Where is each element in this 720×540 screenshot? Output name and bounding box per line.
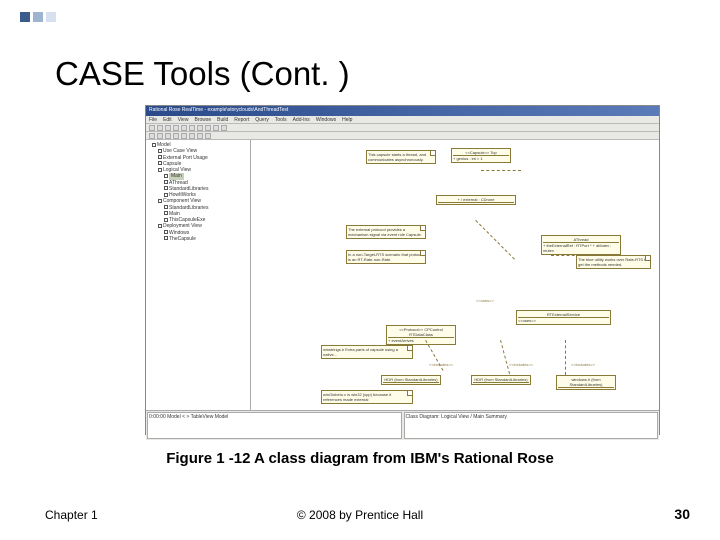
menu-item[interactable]: Edit [163, 117, 172, 122]
uml-connector [481, 170, 521, 171]
uml-class-box[interactable]: <<Capsule>> Top+ genius : int = 1 [451, 148, 511, 163]
menu-item[interactable]: Report [234, 117, 249, 122]
tree-icon [164, 174, 168, 178]
tree-label: Main [169, 211, 180, 217]
tree-item[interactable]: TheCapsule [148, 236, 248, 242]
decorative-squares [20, 12, 56, 22]
tree-icon [164, 186, 168, 190]
uml-class-box[interactable]: windows.h (from StandardLibraries) [556, 375, 616, 390]
tree-label: Deployment View [163, 223, 202, 229]
tree-label: HowItWorks [169, 192, 196, 198]
uml-class-body: + eventArrives [388, 338, 454, 343]
uml-class-box[interactable]: + / external : CDrone [436, 195, 516, 205]
tree-label: AThread [169, 180, 188, 186]
app-menubar: File Edit View Browse Build Report Query Tools A… [146, 116, 659, 124]
slide: CASE Tools (Cont. ) Rational Rose RealTi… [0, 0, 720, 540]
menu-item[interactable]: Help [342, 117, 352, 122]
uml-relationship-label: <<includes>> [571, 362, 595, 367]
tree-icon [158, 199, 162, 203]
tree-icon [164, 180, 168, 184]
bottom-panel-left: 0:00:00 Model < > TableView Model [147, 412, 402, 439]
tree-icon [158, 149, 162, 153]
tree-icon [164, 205, 168, 209]
tree-icon [164, 211, 168, 215]
tree-icon [158, 224, 162, 228]
tree-icon [152, 143, 156, 147]
tree-label: Capsule [163, 161, 181, 167]
tree-icon [164, 193, 168, 197]
bottom-panel-right: Class Diagram: Logical View / Main Summa… [404, 412, 659, 439]
tree-label: Windows [169, 230, 189, 236]
uml-class-box[interactable]: <<Protocol>> CPControl RTDataClass+ even… [386, 325, 456, 345]
uml-connector [475, 220, 515, 260]
uml-note[interactable]: This capsule starts a thread, and commun… [366, 150, 436, 164]
tree-icon [164, 236, 168, 240]
uml-connector [551, 255, 611, 256]
uml-note[interactable]: winstrings.h Extra parts of capsule usin… [321, 345, 413, 359]
tree-label: ThisCapsuleExe [169, 217, 205, 223]
uml-class-body: + theExternalRef : RTPort * + aMutex : m… [543, 243, 619, 253]
menu-item[interactable]: Tools [275, 117, 287, 122]
tree-icon [164, 230, 168, 234]
tree-label: Use Case View [163, 148, 197, 154]
app-body: ModelUse Case ViewExternal Port UsageCap… [146, 140, 659, 410]
menu-item[interactable]: Add-Ins [293, 117, 310, 122]
tree-icon [164, 218, 168, 222]
uml-class-box[interactable]: HDR (from StandardLibraries) [471, 375, 531, 385]
model-tree: ModelUse Case ViewExternal Port UsageCap… [146, 140, 251, 410]
app-toolbar-2 [146, 132, 659, 140]
app-toolbar-1 [146, 124, 659, 132]
uml-class-head: windows.h (from StandardLibraries) [558, 377, 614, 388]
menu-item[interactable]: View [178, 117, 189, 122]
tree-label: TheCapsule [169, 236, 196, 242]
diagram-canvas: <<Capsule>> Top+ genius : int = 1 + / ext… [251, 140, 659, 410]
footer-copyright: © 2008 by Prentice Hall [0, 508, 720, 522]
menu-item[interactable]: Browse [194, 117, 211, 122]
tree-icon [158, 155, 162, 159]
rational-rose-screenshot: Rational Rose RealTime - example\storycl… [145, 105, 660, 435]
tree-label: Logical View [163, 167, 191, 173]
uml-note[interactable]: The external protocol provides a mechani… [346, 225, 426, 239]
uml-class-body: + genius : int = 1 [453, 156, 509, 161]
uml-connector [500, 340, 510, 374]
tree-label: StandardLibraries [169, 186, 208, 192]
uml-note[interactable]: The blue utility works over Rate-RTS to … [576, 255, 651, 269]
slide-title: CASE Tools (Cont. ) [55, 55, 350, 93]
uml-relationship-label: <<includes>> [509, 362, 533, 367]
menu-item[interactable]: Build [217, 117, 228, 122]
uml-class-body: <<uses>> [518, 318, 609, 323]
menu-item[interactable]: Query [255, 117, 269, 122]
uml-class-head: HDR (from StandardLibraries) [473, 377, 529, 383]
figure-caption: Figure 1 -12 A class diagram from IBM's … [0, 450, 720, 467]
menu-item[interactable]: File [149, 117, 157, 122]
uml-class-head: <<Protocol>> CPControl RTDataClass [388, 327, 454, 338]
uml-note[interactable]: winGlobeIo.c is win32 (cpp) because it r… [321, 390, 413, 404]
app-titlebar: Rational Rose RealTime - example\storycl… [146, 106, 659, 116]
uml-class-box[interactable]: HDR (from StandardLibraries) [381, 375, 441, 385]
tree-label: External Port Usage [163, 155, 208, 161]
tree-icon [158, 168, 162, 172]
uml-class-box[interactable]: RTExternalService<<uses>> [516, 310, 611, 325]
tree-label: Model [157, 142, 171, 148]
decorative-squares-row2 [20, 25, 30, 43]
menu-item[interactable]: Windows [316, 117, 336, 122]
page-number: 30 [674, 506, 690, 522]
tree-label: StandardLibraries [169, 205, 208, 211]
uml-class-head: HDR (from StandardLibraries) [383, 377, 439, 383]
uml-class-box[interactable]: AThread+ theExternalRef : RTPort * + aMu… [541, 235, 621, 255]
uml-connector [565, 340, 566, 375]
uml-note[interactable]: In a non-Target-RTS scenario that protoc… [346, 250, 426, 264]
app-bottom-panels: 0:00:00 Model < > TableView Model Class … [146, 410, 659, 440]
tree-label: Component View [163, 198, 201, 204]
uml-relationship-label: <<uses>> [476, 298, 494, 303]
tree-icon [158, 161, 162, 165]
uml-class-head: + / external : CDrone [438, 197, 514, 203]
